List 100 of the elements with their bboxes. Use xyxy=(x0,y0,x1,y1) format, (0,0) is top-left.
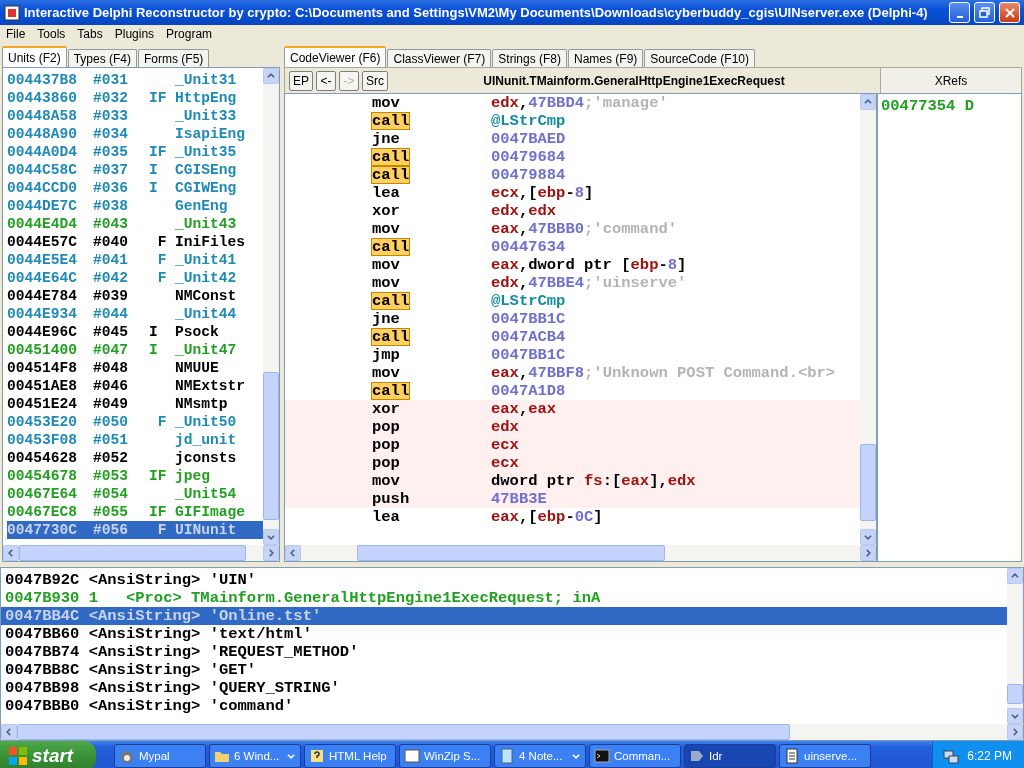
unit-row[interactable]: 0044E5E4 #041 F _Unit41 xyxy=(7,251,263,269)
scrollbar-thumb[interactable] xyxy=(356,545,666,561)
menu-item[interactable]: Tabs xyxy=(71,27,109,41)
unit-row[interactable]: 0047730C #056 F UINunit xyxy=(7,521,263,539)
unit-row[interactable]: 0044CCD0 #036 I CGIWEng xyxy=(7,179,263,197)
code-line[interactable]: call 00479884 xyxy=(285,166,860,184)
tab[interactable]: Units (F2) xyxy=(2,46,67,67)
scrollbar-thumb[interactable] xyxy=(860,443,876,521)
code-line[interactable]: mov edx,47BBD4;'manage' xyxy=(285,94,860,112)
unit-row[interactable]: 00451AE8 #046 NMExtstr xyxy=(7,377,263,395)
unit-row[interactable]: 004514F8 #048 NMUUE xyxy=(7,359,263,377)
toolbar-button[interactable]: EP xyxy=(289,70,313,91)
horizontal-scrollbar[interactable] xyxy=(1,724,1023,740)
code-line[interactable]: call @LStrCmp xyxy=(285,112,860,130)
string-row[interactable]: 0047BB74 <AnsiString> 'REQUEST_METHOD' xyxy=(1,643,1007,661)
vertical-scrollbar[interactable] xyxy=(860,94,876,545)
unit-row[interactable]: 00453F08 #051 jd_unit xyxy=(7,431,263,449)
code-line[interactable]: jne 0047BAED xyxy=(285,130,860,148)
chevron-up-icon xyxy=(1010,571,1020,581)
horizontal-scrollbar[interactable] xyxy=(285,545,876,561)
scroll-arrow-button[interactable] xyxy=(860,529,876,545)
taskbar-button[interactable]: 6 Wind... xyxy=(209,744,301,768)
string-row[interactable]: 0047BB4C <AnsiString> 'Online.tst' xyxy=(1,607,1007,625)
unit-row[interactable]: 00451E24 #049 NMsmtp xyxy=(7,395,263,413)
unit-row[interactable]: 00454628 #052 jconsts xyxy=(7,449,263,467)
code-line[interactable]: mov eax,47BBB0;'command' xyxy=(285,220,860,238)
taskbar-button[interactable]: uinserve... xyxy=(779,744,871,768)
mnemonic: xor xyxy=(371,202,401,220)
code-line[interactable]: call 00479684 xyxy=(285,148,860,166)
code-line[interactable]: xor edx,edx xyxy=(285,202,860,220)
scrollbar-thumb[interactable] xyxy=(17,724,790,740)
scrollbar-thumb[interactable] xyxy=(263,371,279,521)
unit-row[interactable]: 0044A0D4 #035 IF _Unit35 xyxy=(7,143,263,161)
restore-button[interactable] xyxy=(974,2,995,23)
toolbar-button[interactable]: <- xyxy=(316,70,336,91)
string-row[interactable]: 0047BB60 <AnsiString> 'text/html' xyxy=(1,625,1007,643)
code-line[interactable]: call 0047A1D8 xyxy=(285,382,860,400)
close-button[interactable] xyxy=(999,2,1020,23)
unit-row[interactable]: 0044C58C #037 I CGISEng xyxy=(7,161,263,179)
vertical-scrollbar[interactable] xyxy=(1007,568,1023,724)
horizontal-scrollbar[interactable] xyxy=(3,545,279,561)
menu-item[interactable]: Program xyxy=(160,27,219,41)
menu-item[interactable]: Plugins xyxy=(108,27,161,41)
unit-row[interactable]: 0044DE7C #038 GenEng xyxy=(7,197,263,215)
scroll-arrow-button[interactable] xyxy=(1,724,17,740)
string-row[interactable]: 0047BB8C <AnsiString> 'GET' xyxy=(1,661,1007,679)
code-line[interactable]: jne 0047BB1C xyxy=(285,310,860,328)
code-line[interactable]: lea eax,[ebp-0C] xyxy=(285,508,860,526)
scroll-arrow-button[interactable] xyxy=(1007,724,1023,740)
unit-row[interactable]: 0044E784 #039 NMConst xyxy=(7,287,263,305)
scroll-arrow-button[interactable] xyxy=(1007,568,1023,584)
taskbar-button[interactable]: HTML Help xyxy=(304,744,396,768)
scrollbar-thumb[interactable] xyxy=(19,545,247,561)
code-line[interactable]: call 0047ACB4 xyxy=(285,328,860,346)
unit-row[interactable]: 00453E20 #050 F _Unit50 xyxy=(7,413,263,431)
menu-item[interactable]: File xyxy=(0,27,32,41)
minimize-button[interactable] xyxy=(949,2,970,23)
taskbar-button[interactable]: WinZip S... xyxy=(399,744,491,768)
taskbar-button[interactable]: 4 Note... xyxy=(494,744,586,768)
tab[interactable]: Strings (F8) xyxy=(492,49,567,67)
scroll-arrow-button[interactable] xyxy=(1007,708,1023,724)
tab[interactable]: CodeViewer (F6) xyxy=(284,46,387,67)
toolbar-button[interactable]: Src xyxy=(362,70,388,91)
taskbar-button[interactable]: Idr xyxy=(684,744,776,768)
code-line[interactable]: lea ecx,[ebp-8] xyxy=(285,184,860,202)
tab[interactable]: SourceCode (F10) xyxy=(644,49,756,67)
scroll-arrow-button[interactable] xyxy=(263,529,279,545)
start-button[interactable]: start xyxy=(0,741,96,768)
vertical-scrollbar[interactable] xyxy=(263,68,279,545)
string-row[interactable]: 0047BB98 <AnsiString> 'QUERY_STRING' xyxy=(1,679,1007,697)
tab[interactable]: Names (F9) xyxy=(568,49,644,67)
unit-row[interactable]: 00448A58 #033 _Unit33 xyxy=(7,107,263,125)
scroll-arrow-button[interactable] xyxy=(263,68,279,84)
taskbar-button[interactable]: Mypal xyxy=(114,744,206,768)
code-line[interactable]: call @LStrCmp xyxy=(285,292,860,310)
unit-row[interactable]: 0044E934 #044 _Unit44 xyxy=(7,305,263,323)
unit-row[interactable]: 00448A90 #034 IsapiEng xyxy=(7,125,263,143)
tab[interactable]: Types (F4) xyxy=(67,49,138,67)
code-line[interactable]: mov eax,dword ptr [ebp-8] xyxy=(285,256,860,274)
scrollbar-thumb[interactable] xyxy=(1007,684,1023,705)
tab[interactable]: Forms (F5) xyxy=(138,49,210,67)
unit-row[interactable]: 0044E64C #042 F _Unit42 xyxy=(7,269,263,287)
code-line[interactable]: mov edx,47BBE4;'uinserve' xyxy=(285,274,860,292)
scroll-arrow-button[interactable] xyxy=(860,545,876,561)
menu-item[interactable]: Tools xyxy=(31,27,72,41)
scroll-arrow-button[interactable] xyxy=(860,94,876,110)
unit-row[interactable]: 00443860 #032 IF HttpEng xyxy=(7,89,263,107)
taskbar-button[interactable]: Comman... xyxy=(589,744,681,768)
scroll-arrow-button[interactable] xyxy=(285,545,301,561)
scroll-arrow-button[interactable] xyxy=(3,545,19,561)
unit-row[interactable]: 0044E57C #040 F IniFiles xyxy=(7,233,263,251)
code-line[interactable]: call 00447634 xyxy=(285,238,860,256)
scroll-arrow-button[interactable] xyxy=(263,545,279,561)
string-row[interactable]: 0047B92C <AnsiString> 'UIN' xyxy=(1,571,1007,589)
code-line[interactable]: jmp 0047BB1C xyxy=(285,346,860,364)
tab[interactable]: ClassViewer (F7) xyxy=(387,49,492,67)
string-row[interactable]: 0047BBB0 <AnsiString> 'command' xyxy=(1,697,1007,715)
unit-row[interactable]: 0044E96C #045 I Psock xyxy=(7,323,263,341)
code-line[interactable]: mov eax,47BBF8;'Unknown POST Command.<br> xyxy=(285,364,860,382)
unit-row[interactable]: 004437B8 #031 _Unit31 xyxy=(7,71,263,89)
